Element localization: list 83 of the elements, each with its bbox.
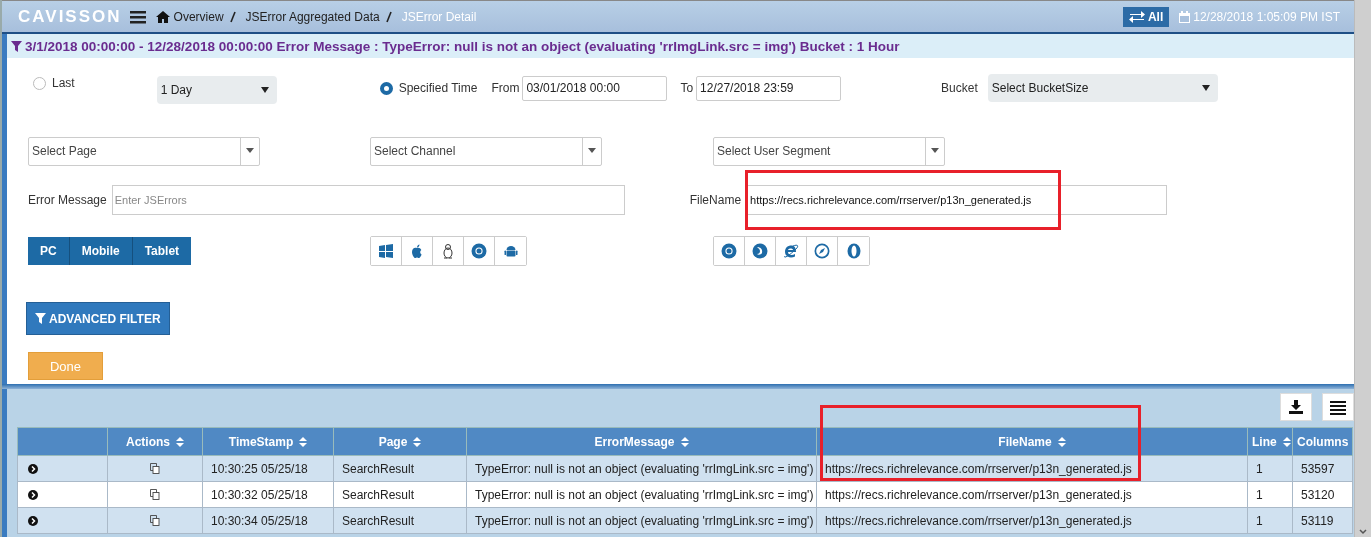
chrome-icon: [721, 243, 737, 259]
windows-icon: [378, 243, 394, 259]
error-message-label: Error Message: [28, 193, 107, 207]
table-cell: SearchResult: [333, 481, 467, 508]
bucket-select[interactable]: Select BucketSize: [987, 74, 1218, 102]
download-icon: [1288, 399, 1304, 415]
table-cell: https://recs.richrelevance.com/rrserver/p13n_generated.js: [816, 507, 1248, 534]
table-cell: TypeError: null is not an object (evaluating 'rrImgLink.src = img'): [466, 507, 817, 534]
chrome-filter-button[interactable]: [714, 237, 745, 265]
column-header[interactable]: Actions: [107, 427, 203, 456]
bucket-label: Bucket: [941, 81, 978, 95]
breadcrumb-link[interactable]: JSError Aggregated Data: [245, 9, 380, 24]
logo: CAVISSON: [18, 6, 122, 27]
device-button[interactable]: Tablet: [132, 237, 192, 265]
copy-icon[interactable]: [150, 489, 160, 500]
sort-icon: [680, 437, 689, 448]
breadcrumb-separator-icon: [384, 10, 393, 23]
menu-icon[interactable]: [129, 9, 146, 24]
column-header[interactable]: ErrorMessage: [466, 427, 817, 456]
file-name-label: FileName: [689, 193, 742, 207]
column-header[interactable]: Page: [333, 427, 467, 456]
radio-option[interactable]: Specified Time: [379, 81, 478, 95]
table-cell: https://recs.richrelevance.com/rrserver/p13n_generated.js: [816, 481, 1248, 508]
sort-icon: [299, 437, 308, 448]
android-icon: [502, 243, 519, 259]
duration-select[interactable]: 1 Day: [156, 76, 277, 104]
expand-arrow-icon[interactable]: [28, 515, 38, 526]
sort-icon: [1057, 437, 1066, 448]
column-header[interactable]: TimeStamp: [202, 427, 334, 456]
table-cell: 10:30:25 05/25/18: [202, 455, 334, 482]
windows-filter-button[interactable]: [371, 237, 402, 265]
calendar-icon: [1179, 10, 1191, 23]
table-cell: 10:30:34 05/25/18: [202, 507, 334, 534]
all-button[interactable]: All: [1122, 6, 1170, 27]
expand-arrow-icon[interactable]: [28, 489, 38, 500]
caret-icon: [1201, 85, 1210, 91]
sort-icon: [413, 437, 422, 448]
caret-icon: [931, 148, 939, 154]
device-button[interactable]: PC: [28, 237, 70, 265]
filter-icon: [35, 313, 46, 324]
opera-icon: [845, 243, 862, 259]
filter-summary-text: 3/1/2018 00:00:00 - 12/28/2018 00:00:00 Error Message : TypeError: null is not an object (evaluating 'rrImgLink.src = img') Bucket : 1 Hour: [25, 38, 900, 54]
swap-arrows-icon: [1128, 10, 1145, 23]
table-cell: TypeError: null is not an object (evaluating 'rrImgLink.src = img'): [466, 481, 817, 508]
filter-icon: [11, 40, 22, 52]
internet-explorer-icon: [783, 243, 799, 259]
file-name-field[interactable]: https://recs.richrelevance.com/rrserver/p13n_generated.js: [747, 185, 1168, 215]
copy-icon[interactable]: [150, 463, 160, 474]
compass-icon: [814, 243, 830, 259]
from-label: From: [491, 81, 520, 95]
dropdown-select[interactable]: Select User Segment: [713, 136, 945, 166]
caret-icon: [246, 148, 254, 154]
dropdown-select[interactable]: Select Channel: [370, 136, 602, 166]
caret-icon: [260, 87, 269, 93]
error-message-field[interactable]: Enter JSErrors: [111, 185, 625, 215]
column-header[interactable]: FileName: [816, 427, 1248, 456]
table-cell: 10:30:32 05/25/18: [202, 481, 334, 508]
breadcrumb-link[interactable]: Overview: [155, 9, 224, 24]
column-header: Columns: [1292, 427, 1353, 456]
advanced-filter-button[interactable]: ADVANCED FILTER: [26, 302, 170, 335]
date-time-text: 12/28/2018 1:05:09 PM IST: [1193, 9, 1340, 24]
table-cell: TypeError: null is not an object (evaluating 'rrImgLink.src = img'): [466, 455, 817, 482]
from-date-field[interactable]: 03/01/2018 00:00: [522, 75, 668, 101]
column-header[interactable]: Line: [1247, 427, 1293, 456]
penguin-icon: [440, 243, 456, 259]
apple-icon: [409, 243, 425, 259]
caret-icon: [588, 148, 596, 154]
copy-icon[interactable]: [150, 515, 160, 526]
home-icon: [155, 10, 170, 23]
dropdown-select[interactable]: Select Page: [28, 136, 260, 166]
device-button[interactable]: Mobile: [69, 237, 133, 265]
radio-option[interactable]: Last: [33, 76, 75, 90]
breadcrumb-separator-icon: [228, 10, 237, 23]
table-cell: SearchResult: [333, 455, 467, 482]
to-label: To: [680, 81, 694, 95]
sort-icon: [176, 437, 184, 448]
chrome-icon: [471, 243, 487, 259]
download-button[interactable]: [1280, 393, 1312, 421]
expand-arrow-icon[interactable]: [28, 463, 38, 474]
column-menu-button[interactable]: [1322, 393, 1354, 421]
to-date-field[interactable]: 12/27/2018 23:59: [696, 75, 842, 101]
table-cell: SearchResult: [333, 507, 467, 534]
menu-icon: [1330, 399, 1346, 415]
